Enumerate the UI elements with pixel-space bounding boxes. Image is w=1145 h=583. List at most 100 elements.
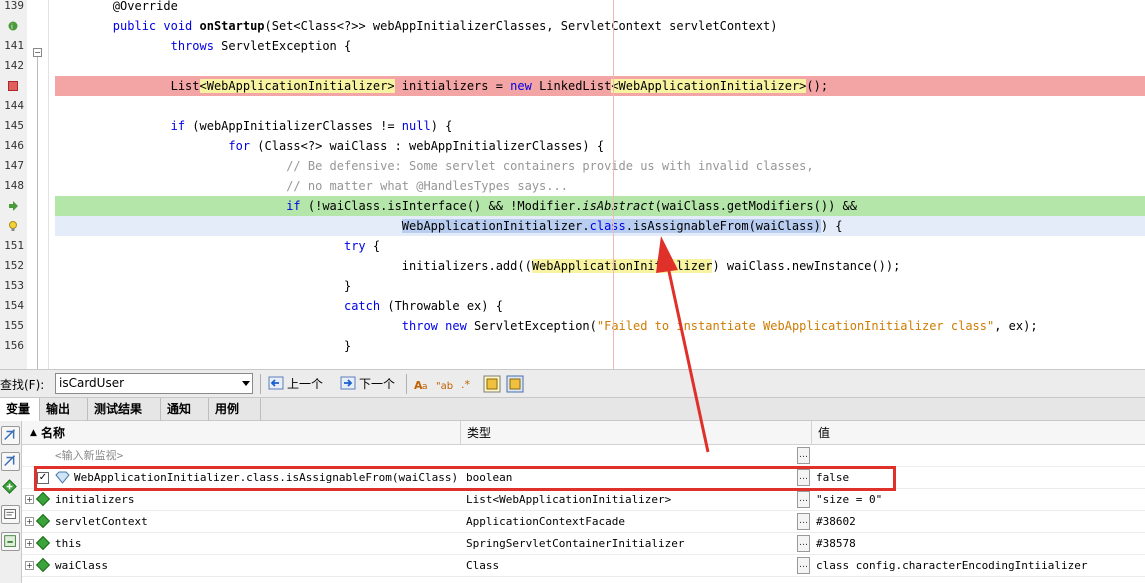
line-number[interactable]: 147 xyxy=(0,156,24,176)
column-name-header[interactable]: 名称 xyxy=(41,421,65,445)
expand-icon[interactable]: + xyxy=(25,495,34,504)
variable-row[interactable]: + this SpringServletContainerInitializer … #… xyxy=(22,533,1145,555)
new-watch-tool-icon[interactable] xyxy=(1,478,20,497)
code-text[interactable]: // no matter what @HandlesTypes says... xyxy=(55,176,1145,196)
code-text[interactable] xyxy=(55,56,1145,76)
line-number[interactable]: 152 xyxy=(0,256,24,276)
code-line[interactable]: 156 } xyxy=(0,336,1145,356)
code-text[interactable]: public void onStartup(Set<Class<?>> webA… xyxy=(55,16,1145,36)
code-text[interactable]: throw new ServletException("Failed to in… xyxy=(55,316,1145,336)
code-line[interactable]: WebApplicationInitializer.class.isAssign… xyxy=(0,216,1145,236)
code-text[interactable]: } xyxy=(55,336,1145,356)
code-line[interactable]: 148 // no matter what @HandlesTypes says… xyxy=(0,176,1145,196)
variable-value[interactable]: class config.characterEncodingIntiialize… xyxy=(816,555,1088,577)
line-number[interactable]: 148 xyxy=(0,176,24,196)
find-next-button[interactable]: 下一个 xyxy=(340,374,395,395)
filter-tool-icon[interactable] xyxy=(1,426,20,445)
code-line[interactable]: 153 } xyxy=(0,276,1145,296)
code-line[interactable]: 141 throws ServletException { xyxy=(0,36,1145,56)
line-number[interactable]: 146 xyxy=(0,136,24,156)
variable-row[interactable]: + servletContext ApplicationContextFacade …… xyxy=(22,511,1145,533)
incremental-search-icon[interactable] xyxy=(506,375,524,393)
line-number[interactable]: 142 xyxy=(0,56,24,76)
line-number[interactable]: 153 xyxy=(0,276,24,296)
edit-value-button[interactable]: … xyxy=(797,557,810,574)
variable-value[interactable]: #38578 xyxy=(816,533,856,555)
line-number[interactable]: 151 xyxy=(0,236,24,256)
code-line[interactable]: 151 try { xyxy=(0,236,1145,256)
code-text[interactable]: } xyxy=(55,276,1145,296)
find-input[interactable]: isCardUser xyxy=(55,373,253,394)
code-line[interactable]: if (!waiClass.isInterface() && !Modifier… xyxy=(0,196,1145,216)
new-watch-placeholder[interactable]: <输入新监视> xyxy=(55,445,123,467)
tab-usages[interactable]: 用例 xyxy=(209,398,261,421)
edit-value-button[interactable]: … xyxy=(797,491,810,508)
hint-bulb-icon[interactable] xyxy=(8,221,18,231)
code-line[interactable]: 144 xyxy=(0,96,1145,116)
find-dropdown-arrow-icon[interactable] xyxy=(242,381,250,386)
code-text[interactable]: @Override xyxy=(55,0,1145,16)
current-line-arrow-icon[interactable] xyxy=(8,201,18,211)
code-line[interactable]: 146 for (Class<?> waiClass : webAppIniti… xyxy=(0,136,1145,156)
properties-tool-icon[interactable] xyxy=(1,532,20,551)
sort-up-icon[interactable]: ▲ xyxy=(30,421,37,445)
code-editor[interactable]: − 139 @Override i public void onStartup(S… xyxy=(0,0,1145,369)
tab-output[interactable]: 输出 xyxy=(40,398,88,421)
line-number[interactable]: 141 xyxy=(0,36,24,56)
code-text[interactable]: catch (Throwable ex) { xyxy=(55,296,1145,316)
variable-row[interactable]: + waiClass Class … class config.characterEnc… xyxy=(22,555,1145,577)
line-number[interactable]: 156 xyxy=(0,336,24,356)
line-number[interactable]: 155 xyxy=(0,316,24,336)
filter-tool-icon[interactable] xyxy=(1,452,20,471)
breakpoint-icon[interactable] xyxy=(8,81,18,91)
code-line[interactable]: 145 if (webAppInitializerClasses != null… xyxy=(0,116,1145,136)
find-previous-button[interactable]: 上一个 xyxy=(268,374,323,395)
line-number[interactable]: 145 xyxy=(0,116,24,136)
column-value-header[interactable]: 值 xyxy=(818,421,830,445)
expand-icon[interactable]: + xyxy=(25,517,34,526)
edit-value-button[interactable]: … xyxy=(797,447,810,464)
line-number[interactable]: 144 xyxy=(0,96,24,116)
code-line[interactable]: 154 catch (Throwable ex) { xyxy=(0,296,1145,316)
code-text[interactable]: List<WebApplicationInitializer> initiali… xyxy=(55,76,1145,96)
expand-icon[interactable]: + xyxy=(25,561,34,570)
line-number[interactable]: 154 xyxy=(0,296,24,316)
column-type-header[interactable]: 类型 xyxy=(467,421,491,445)
code-token: WebApplicationInitializer xyxy=(531,259,713,273)
variable-value[interactable]: #38602 xyxy=(816,511,856,533)
settings-tool-icon[interactable] xyxy=(1,505,20,524)
code-text[interactable]: // Be defensive: Some servlet containers… xyxy=(55,156,1145,176)
highlight-results-icon[interactable] xyxy=(483,375,501,393)
edit-value-button[interactable]: … xyxy=(797,535,810,552)
code-line[interactable]: 155 throw new ServletException("Failed t… xyxy=(0,316,1145,336)
code-text[interactable]: if (webAppInitializerClasses != null) { xyxy=(55,116,1145,136)
code-text[interactable]: throws ServletException { xyxy=(55,36,1145,56)
new-watch-row[interactable]: <输入新监视> … xyxy=(22,445,1145,467)
tab-variables[interactable]: 变量 ⊠ xyxy=(0,398,40,439)
code-line[interactable]: 142 xyxy=(0,56,1145,76)
code-text[interactable]: initializers.add((WebApplicationInitiali… xyxy=(55,256,1145,276)
code-text[interactable]: try { xyxy=(55,236,1145,256)
code-line[interactable]: 152 initializers.add((WebApplicationInit… xyxy=(0,256,1145,276)
find-previous-icon xyxy=(268,376,284,390)
override-marker-icon[interactable]: i xyxy=(8,21,18,31)
code-line[interactable]: i public void onStartup(Set<Class<?>> we… xyxy=(0,16,1145,36)
variable-value[interactable]: "size = 0" xyxy=(816,489,882,511)
line-number[interactable]: 139 xyxy=(0,0,24,16)
edit-value-button[interactable]: … xyxy=(797,513,810,530)
code-line[interactable]: 139 @Override xyxy=(0,0,1145,16)
code-text[interactable]: for (Class<?> waiClass : webAppInitializ… xyxy=(55,136,1145,156)
tab-test-results[interactable]: 测试结果 xyxy=(88,398,161,421)
code-text[interactable]: if (!waiClass.isInterface() && !Modifier… xyxy=(55,196,1145,216)
regex-icon[interactable]: .* xyxy=(459,375,477,393)
whole-words-icon[interactable]: "ab xyxy=(436,375,454,393)
code-line[interactable]: 147 // Be defensive: Some servlet contai… xyxy=(0,156,1145,176)
code-text[interactable]: WebApplicationInitializer.class.isAssign… xyxy=(55,216,1145,236)
variable-row[interactable]: + initializers List<WebApplicationInitiali… xyxy=(22,489,1145,511)
tab-notifications[interactable]: 通知 xyxy=(161,398,209,421)
code-line[interactable]: List<WebApplicationInitializer> initiali… xyxy=(0,76,1145,96)
match-case-icon[interactable]: Aa xyxy=(413,375,431,393)
code-text[interactable] xyxy=(55,96,1145,116)
expand-icon[interactable]: + xyxy=(25,539,34,548)
